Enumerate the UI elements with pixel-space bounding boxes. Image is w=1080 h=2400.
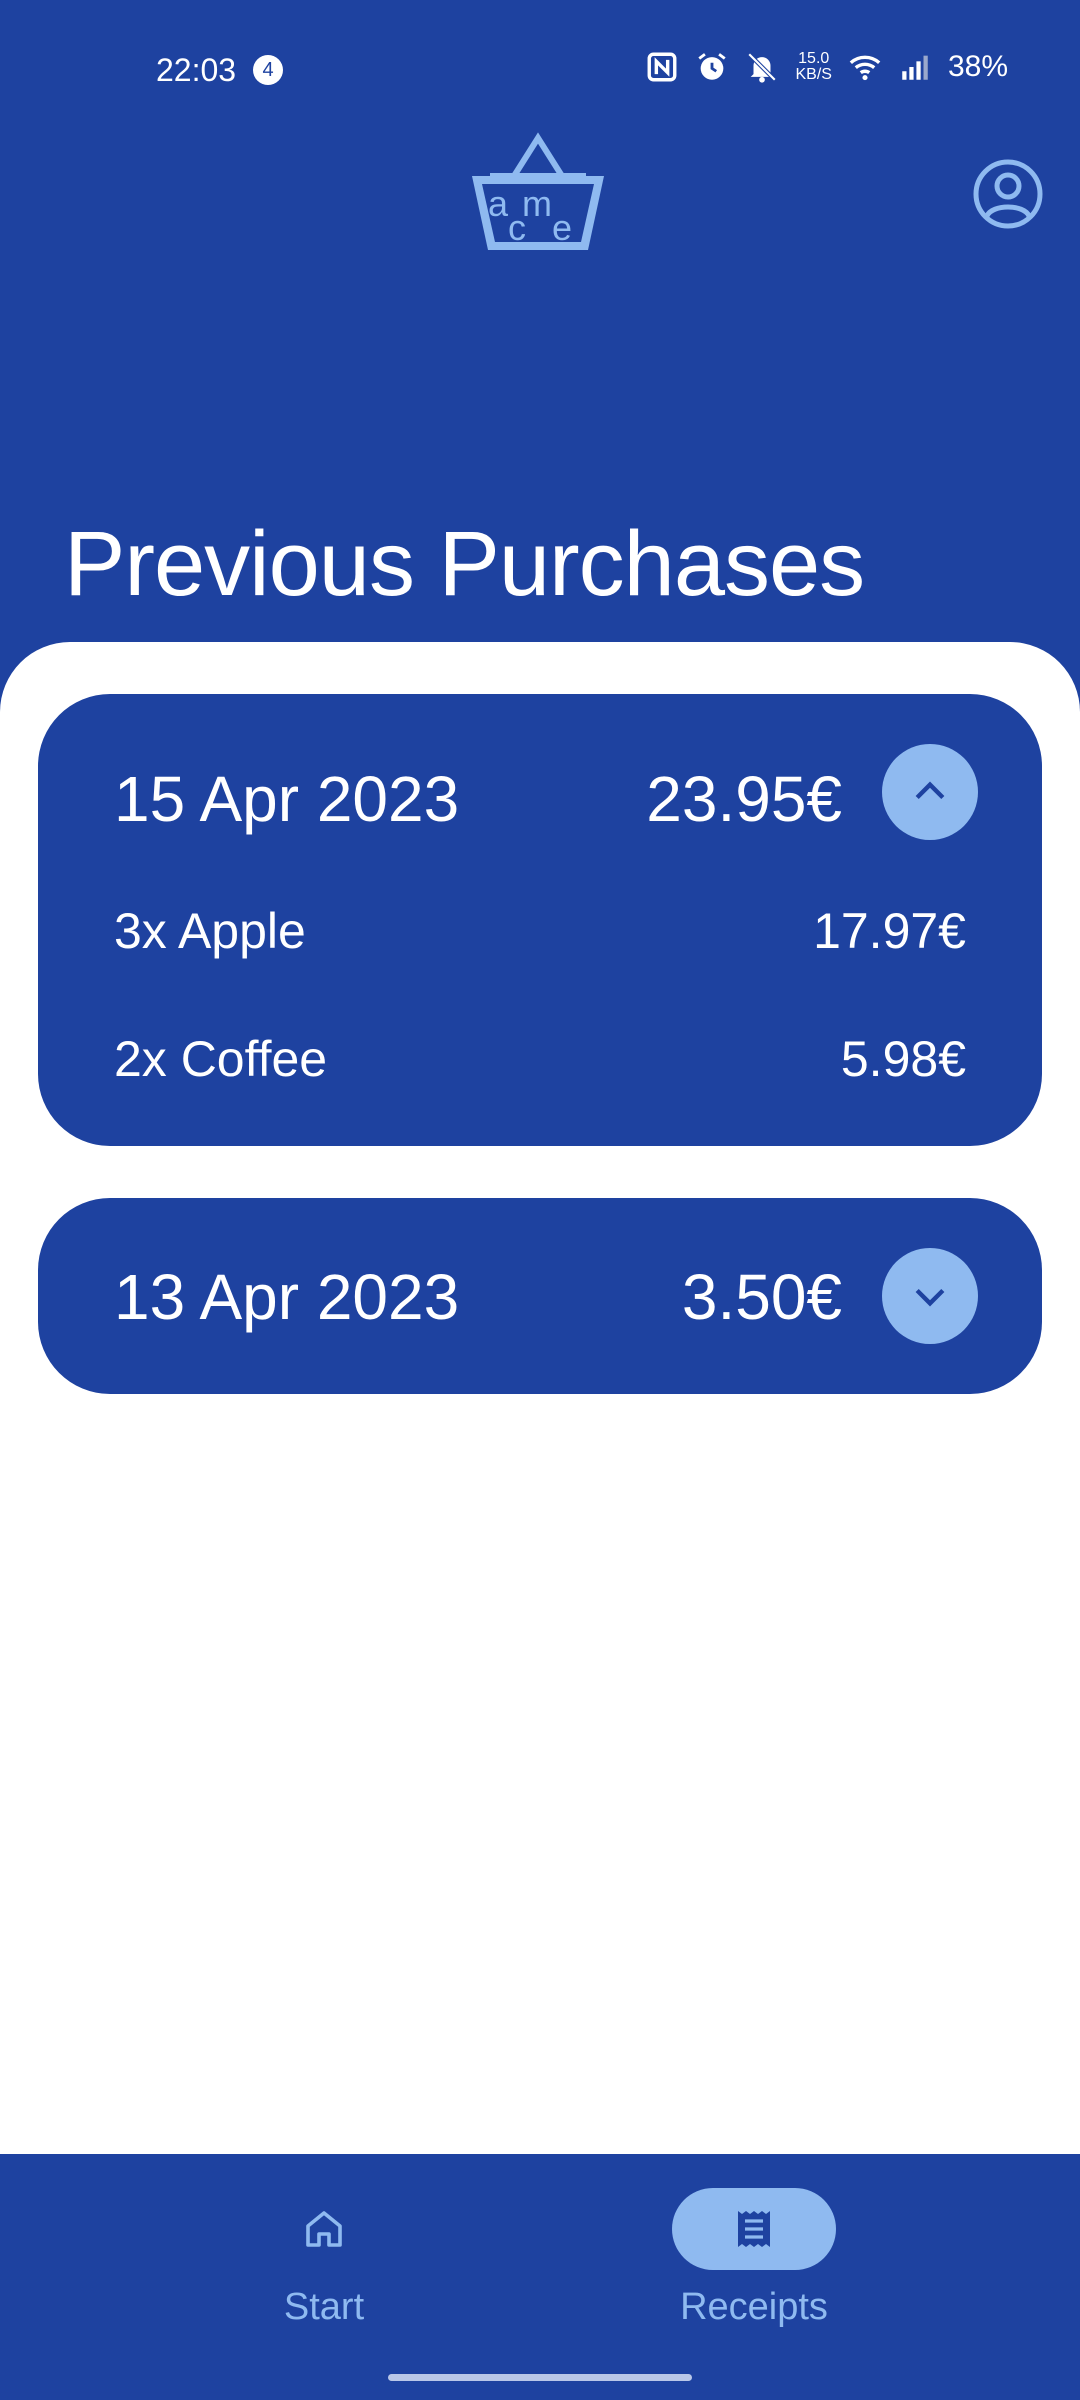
notification-count-badge: 4 <box>253 55 283 85</box>
purchase-card[interactable]: 15 Apr 2023 23.95€ 3x Apple 17.97€ 2x Co… <box>38 694 1042 1146</box>
nav-icon-container-active <box>672 2188 836 2270</box>
nav-item-receipts[interactable]: Receipts <box>644 2188 864 2329</box>
bottom-navigation: Start Receipts <box>0 2154 1080 2400</box>
item-label: 2x Coffee <box>114 1031 328 1087</box>
signal-icon <box>902 55 928 80</box>
silent-bell-icon <box>748 52 777 83</box>
nav-label: Start <box>283 2286 365 2328</box>
expand-button[interactable] <box>882 1248 978 1344</box>
network-speed-value: 15.0 <box>798 50 830 67</box>
network-speed-unit: KB/S <box>795 66 832 83</box>
home-icon <box>306 2211 342 2247</box>
network-speed: 15.0 KB/S <box>795 51 831 83</box>
nav-icon-container <box>242 2188 406 2270</box>
logo-letter-a: a <box>488 183 509 224</box>
nav-item-start[interactable]: Start <box>214 2188 434 2329</box>
gesture-home-indicator[interactable] <box>388 2374 692 2381</box>
acme-basket-logo: a m c e <box>472 132 604 250</box>
status-bar: 22:03 4 15.0 KB/S 38% <box>0 0 1080 140</box>
chevron-up-icon <box>915 781 945 800</box>
logo-letter-c: c <box>508 207 526 248</box>
account-circle-icon[interactable] <box>972 158 1044 230</box>
item-price: 17.97€ <box>813 903 966 959</box>
purchase-date: 15 Apr 2023 <box>114 763 460 835</box>
logo-letter-e: e <box>552 207 572 248</box>
receipt-icon <box>738 2211 770 2247</box>
nav-label: Receipts <box>680 2286 828 2328</box>
purchase-total: 23.95€ <box>646 763 842 835</box>
purchase-card[interactable]: 13 Apr 2023 3.50€ <box>38 1198 1042 1394</box>
purchase-total: 3.50€ <box>681 1261 842 1333</box>
app-header: 22:03 4 15.0 KB/S 38% a m c e Previous P… <box>0 0 1080 720</box>
item-label: 3x Apple <box>114 903 306 959</box>
status-time: 22:03 <box>156 52 237 88</box>
nfc-icon <box>648 52 677 82</box>
chevron-down-icon <box>915 1288 945 1307</box>
page-title: Previous Purchases <box>64 513 865 615</box>
collapse-button[interactable] <box>882 744 978 840</box>
status-icons: 15.0 KB/S 38% <box>645 50 1008 84</box>
logo-letter-m: m <box>522 183 552 224</box>
item-price: 5.98€ <box>840 1031 966 1087</box>
battery-level: 38% <box>947 50 1008 83</box>
alarm-icon <box>698 53 727 80</box>
purchase-date: 13 Apr 2023 <box>114 1261 460 1333</box>
wifi-icon <box>849 55 881 81</box>
